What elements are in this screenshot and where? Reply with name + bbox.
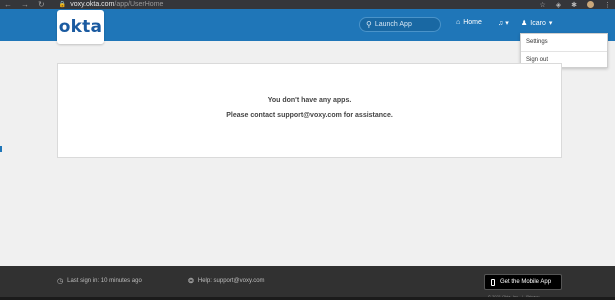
browser-actions: ☆ ◈ ✱ ⋮ bbox=[539, 0, 611, 9]
home-icon: ⌂ bbox=[456, 19, 461, 26]
okta-logo[interactable]: okta bbox=[57, 10, 104, 44]
profile-avatar[interactable] bbox=[587, 1, 594, 8]
help-link[interactable]: ❂ Help: support@voxy.com bbox=[188, 277, 265, 285]
logo-text: okta bbox=[58, 17, 103, 37]
puzzle-icon[interactable]: ✱ bbox=[571, 1, 577, 9]
menu-item-settings[interactable]: Settings bbox=[521, 34, 607, 51]
search-icon: ⚲ bbox=[366, 20, 372, 29]
url-host: voxy.okta.com bbox=[70, 1, 115, 8]
side-marker bbox=[0, 146, 2, 152]
url-path: /app/UserHome bbox=[114, 1, 164, 8]
home-label: Home bbox=[463, 19, 482, 26]
last-sign-in: ◷ Last sign in: 10 minutes ago bbox=[57, 277, 142, 285]
lock-icon: 🔒 bbox=[58, 2, 67, 8]
phone-icon bbox=[491, 278, 495, 286]
empty-state-title: You don't have any apps. bbox=[267, 97, 352, 104]
chevron-down-icon: ▾ bbox=[503, 20, 509, 27]
footer: ◷ Last sign in: 10 minutes ago ❂ Help: s… bbox=[0, 266, 615, 300]
back-icon[interactable]: ← bbox=[4, 0, 12, 9]
get-mobile-app-button[interactable]: Get the Mobile App bbox=[484, 274, 562, 290]
forward-icon[interactable]: → bbox=[21, 0, 29, 9]
user-menu-button[interactable]: ♟ Icaro ▾ bbox=[521, 19, 553, 28]
browser-menu-icon[interactable]: ⋮ bbox=[604, 1, 611, 9]
last-sign-in-text: Last sign in: 10 minutes ago bbox=[67, 278, 142, 284]
address-bar[interactable]: voxy.okta.com/app/UserHome bbox=[70, 1, 163, 8]
notifications-button[interactable]: ♫ ▾ bbox=[498, 19, 509, 27]
mobile-app-label: Get the Mobile App bbox=[500, 279, 552, 285]
help-icon: ❂ bbox=[188, 278, 194, 285]
home-link[interactable]: ⌂ Home bbox=[456, 19, 482, 26]
browser-nav: ← → ↻ bbox=[0, 0, 45, 9]
clock-icon: ◷ bbox=[57, 278, 64, 285]
star-icon[interactable]: ☆ bbox=[539, 1, 545, 9]
browser-toolbar: ← → ↻ 🔒 voxy.okta.com/app/UserHome ☆ ◈ ✱… bbox=[0, 0, 615, 9]
help-text: Help: support@voxy.com bbox=[197, 278, 265, 284]
chevron-down-icon: ▾ bbox=[548, 20, 553, 27]
reload-icon[interactable]: ↻ bbox=[38, 0, 45, 9]
extension-icon[interactable]: ◈ bbox=[556, 1, 561, 9]
empty-state-help: Please contact support@voxy.com for assi… bbox=[226, 112, 393, 119]
user-icon: ♟ bbox=[521, 20, 528, 27]
user-name: Icaro bbox=[530, 19, 546, 27]
launch-app-label: Launch App bbox=[374, 21, 412, 28]
launch-app-search[interactable]: ⚲ Launch App bbox=[359, 17, 441, 32]
apps-dashboard-card: You don't have any apps. Please contact … bbox=[57, 63, 562, 158]
